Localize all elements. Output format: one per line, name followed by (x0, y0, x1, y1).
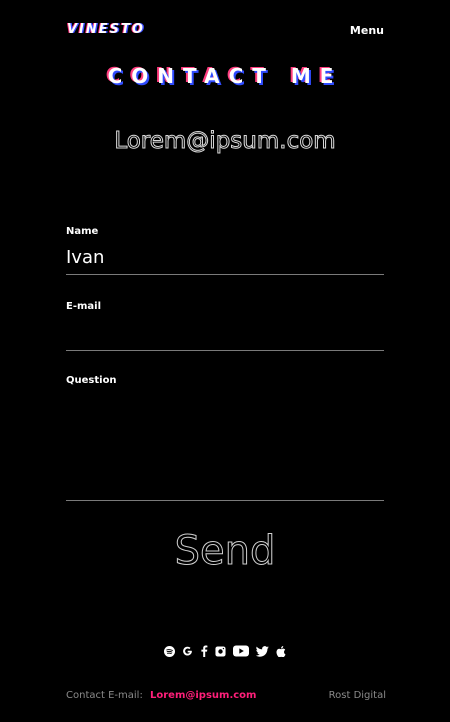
google-icon[interactable] (182, 646, 193, 657)
twitter-icon[interactable] (256, 645, 269, 657)
footer-contact: Contact E-mail: Lorem@ipsum.com (66, 690, 256, 701)
send-button[interactable]: Send (0, 528, 450, 575)
logo[interactable]: VINESTO (67, 22, 145, 37)
footer-contact-label: Contact E-mail: (66, 690, 143, 701)
social-links (0, 645, 450, 657)
question-field[interactable] (66, 396, 384, 496)
facebook-icon[interactable] (200, 645, 208, 657)
youtube-icon[interactable] (233, 645, 249, 657)
instagram-icon[interactable] (215, 645, 226, 657)
name-field[interactable] (66, 247, 384, 268)
footer-contact-email[interactable]: Lorem@ipsum.com (150, 690, 256, 701)
email-label: E-mail (66, 301, 102, 312)
name-field-wrapper (66, 247, 384, 275)
apple-icon[interactable] (276, 645, 286, 657)
email-field-wrapper (66, 322, 384, 351)
menu-button[interactable]: Menu (350, 24, 384, 37)
email-field[interactable] (66, 322, 384, 343)
spotify-icon[interactable] (164, 645, 175, 657)
hero-email[interactable]: Lorem@ipsum.com (0, 128, 450, 155)
question-field-wrapper (66, 396, 384, 501)
name-label: Name (66, 226, 99, 237)
footer-credit[interactable]: Rost Digital (329, 690, 386, 701)
question-label: Question (66, 375, 117, 386)
page-title: CONTACT ME (107, 64, 343, 88)
